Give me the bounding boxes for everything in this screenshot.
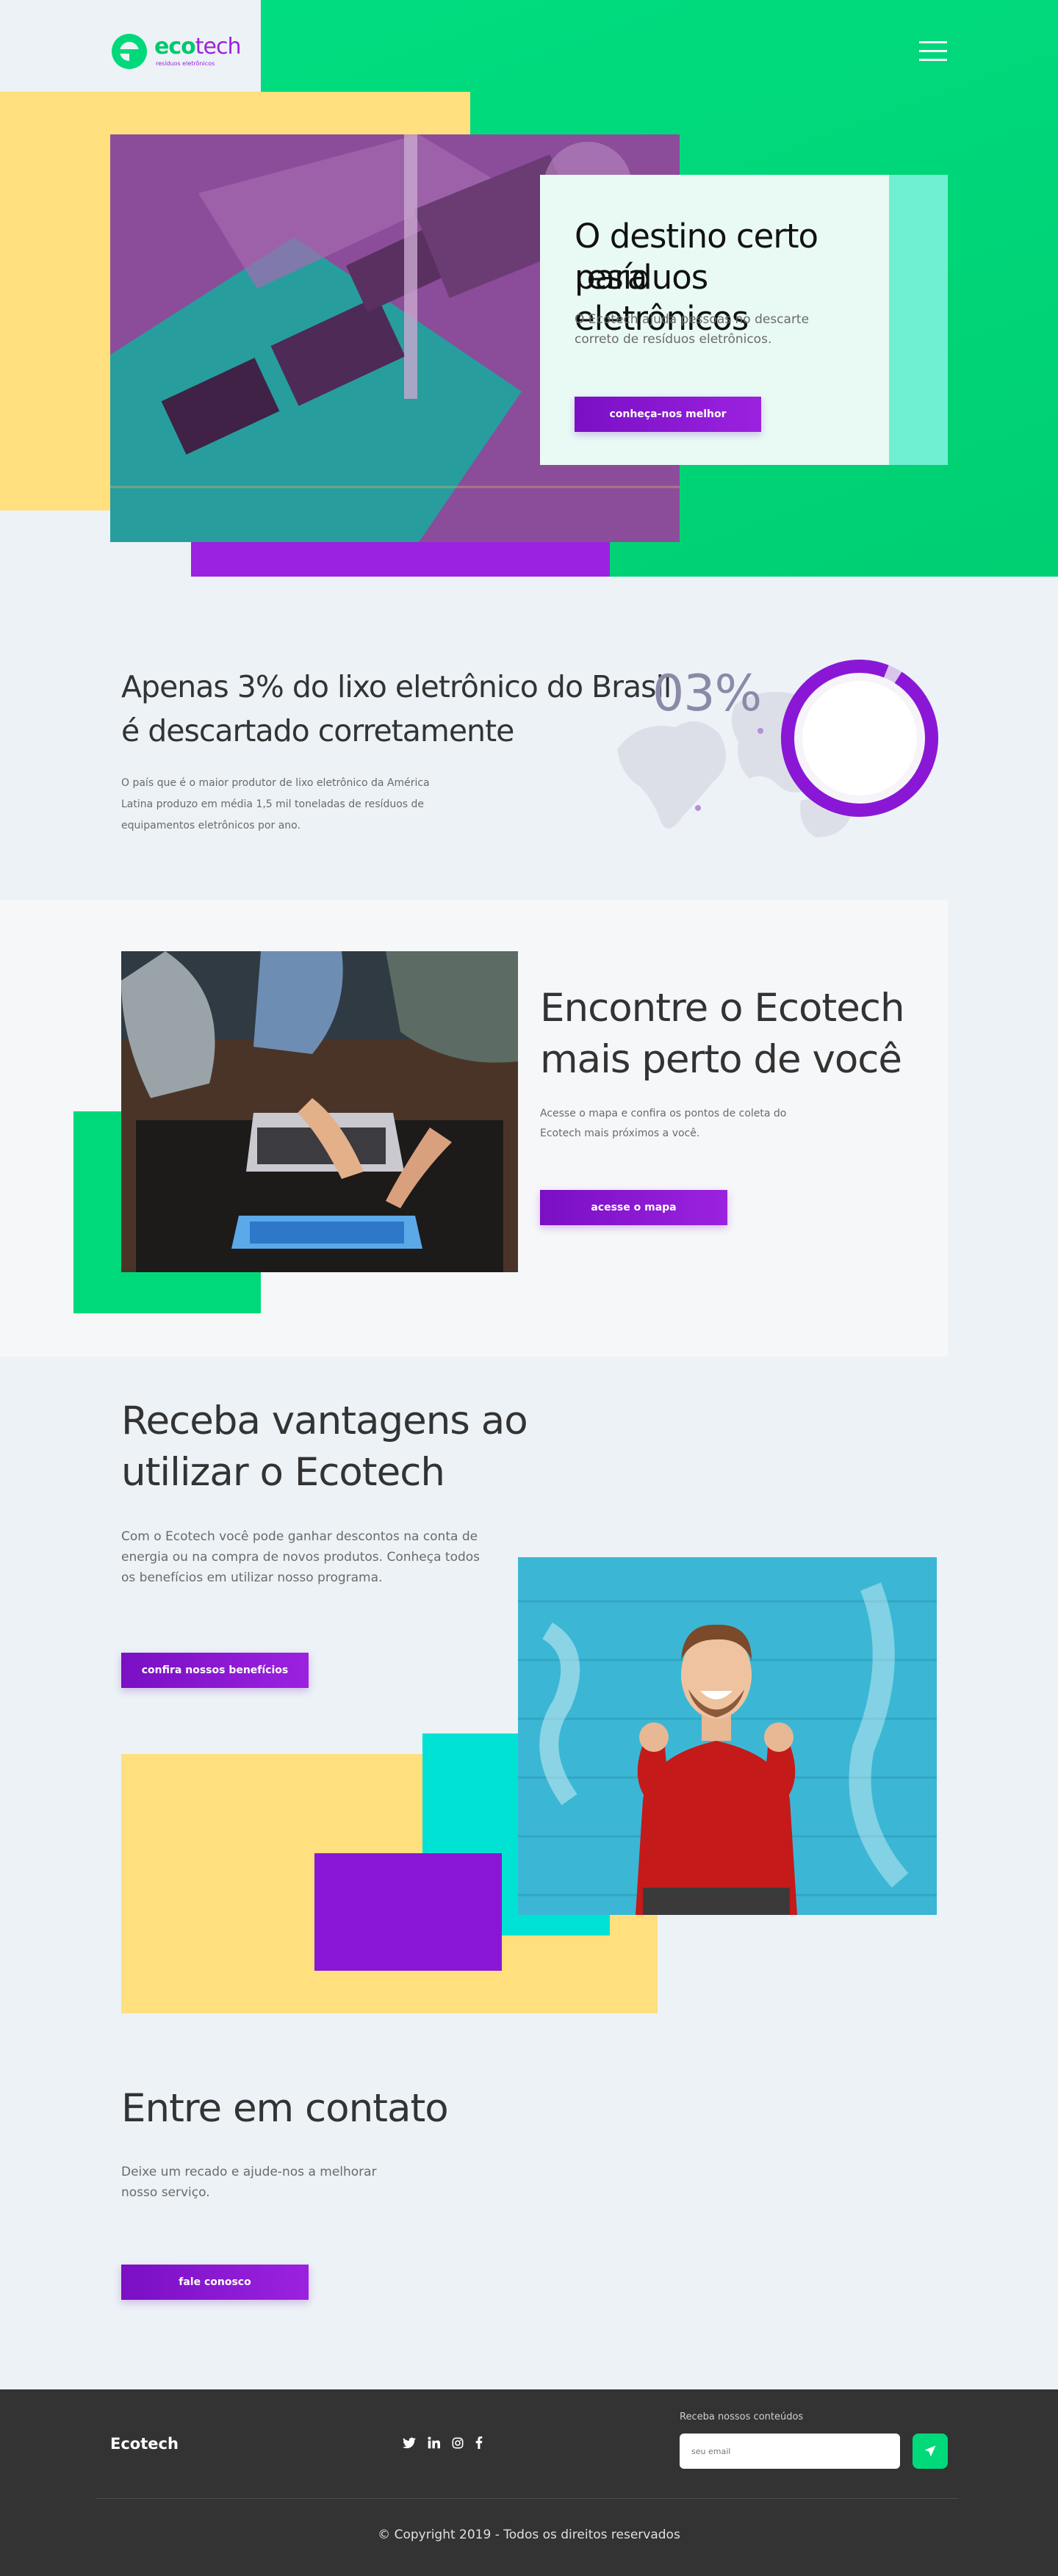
happy-man-photo	[518, 1557, 937, 1915]
contact-button[interactable]: fale conosco	[121, 2265, 309, 2300]
logo-text-eco: eco	[154, 34, 196, 59]
contact-text-line1: Deixe um recado e ajude-nos a melhorar	[121, 2165, 377, 2179]
footer-copyright: © Copyright 2019 - Todos os direitos res…	[378, 2528, 680, 2542]
instagram-icon[interactable]	[452, 2437, 464, 2449]
stats-text-line3: equipamentos eletrônicos por ano.	[121, 820, 301, 831]
hero-purple-bar	[191, 540, 610, 577]
percent-donut-chart	[781, 660, 938, 817]
contact-text-line2: nosso serviço.	[121, 2185, 210, 2200]
twitter-icon[interactable]	[403, 2437, 416, 2449]
newsletter-send-button[interactable]	[913, 2434, 948, 2469]
laptop-photo	[121, 951, 518, 1272]
logo-tagline: resíduos eletrônicos	[156, 60, 215, 67]
footer: Ecotech Receba nossos conteúdos © Copyri…	[0, 2389, 1058, 2576]
hero-card-accent	[882, 175, 948, 465]
stats-percent-label: 03%	[652, 665, 762, 723]
newsletter-label: Receba nossos conteúdos	[680, 2411, 804, 2422]
benefits-text-line2: energia ou na compra de novos produtos. …	[121, 1550, 481, 1565]
logo-text-tech: tech	[195, 34, 242, 59]
stats-text-line2: Latina produzo em média 1,5 mil tonelada…	[121, 798, 425, 810]
contact-title: Entre em contato	[121, 2086, 449, 2131]
linkedin-icon[interactable]	[428, 2436, 440, 2449]
send-icon	[924, 2445, 936, 2457]
benefits-title-line1: Receba vantagens ao	[121, 1399, 528, 1443]
benefits-cta-button[interactable]: confira nossos benefícios	[121, 1653, 309, 1688]
benefits-text-line3: os benefícios em utilizar nosso programa…	[121, 1570, 383, 1585]
footer-divider	[96, 2498, 959, 2499]
stats-text-line1: O país que é o maior produtor de lixo el…	[121, 777, 430, 789]
hero-card: O destino certo para resíduos eletrônico…	[540, 175, 889, 465]
hamburger-menu-icon[interactable]	[919, 40, 947, 62]
find-title-line2: mais perto de você	[540, 1037, 902, 1082]
social-links	[403, 2436, 483, 2449]
logo[interactable]: ecotech resíduos eletrônicos	[110, 32, 242, 71]
hero-cta-button[interactable]: conheça-nos melhor	[575, 397, 761, 432]
happy-man-illustration	[518, 1557, 937, 1915]
newsletter-email-input[interactable]	[680, 2434, 900, 2469]
benefits-purple-block	[314, 1853, 502, 1971]
logo-wordmark: ecotech	[154, 34, 242, 59]
hero-text-line2: correto de resíduos eletrônicos.	[575, 332, 772, 347]
stats-title-line2: é descartado corretamente	[121, 713, 514, 748]
find-text-line2: Ecotech mais próximos a você.	[540, 1128, 700, 1139]
benefits-text-line1: Com o Ecotech você pode ganhar descontos…	[121, 1529, 478, 1544]
footer-brand: Ecotech	[110, 2435, 179, 2453]
find-text-line1: Acesse o mapa e confira os pontos de col…	[540, 1108, 787, 1119]
logo-mark-icon	[112, 34, 147, 69]
find-map-button[interactable]: acesse o mapa	[540, 1190, 727, 1225]
laptop-illustration	[121, 951, 518, 1272]
find-title-line1: Encontre o Ecotech	[540, 986, 905, 1031]
facebook-icon[interactable]	[475, 2436, 483, 2449]
hero-title-line2: resíduos eletrônicos	[575, 258, 749, 339]
benefits-title-line2: utilizar o Ecotech	[121, 1450, 445, 1495]
hero-text-line1: O Ecotech ajuda pessoas no descarte	[575, 312, 810, 327]
stats-title-line1: Apenas 3% do lixo eletrônico do Brasil	[121, 669, 672, 704]
